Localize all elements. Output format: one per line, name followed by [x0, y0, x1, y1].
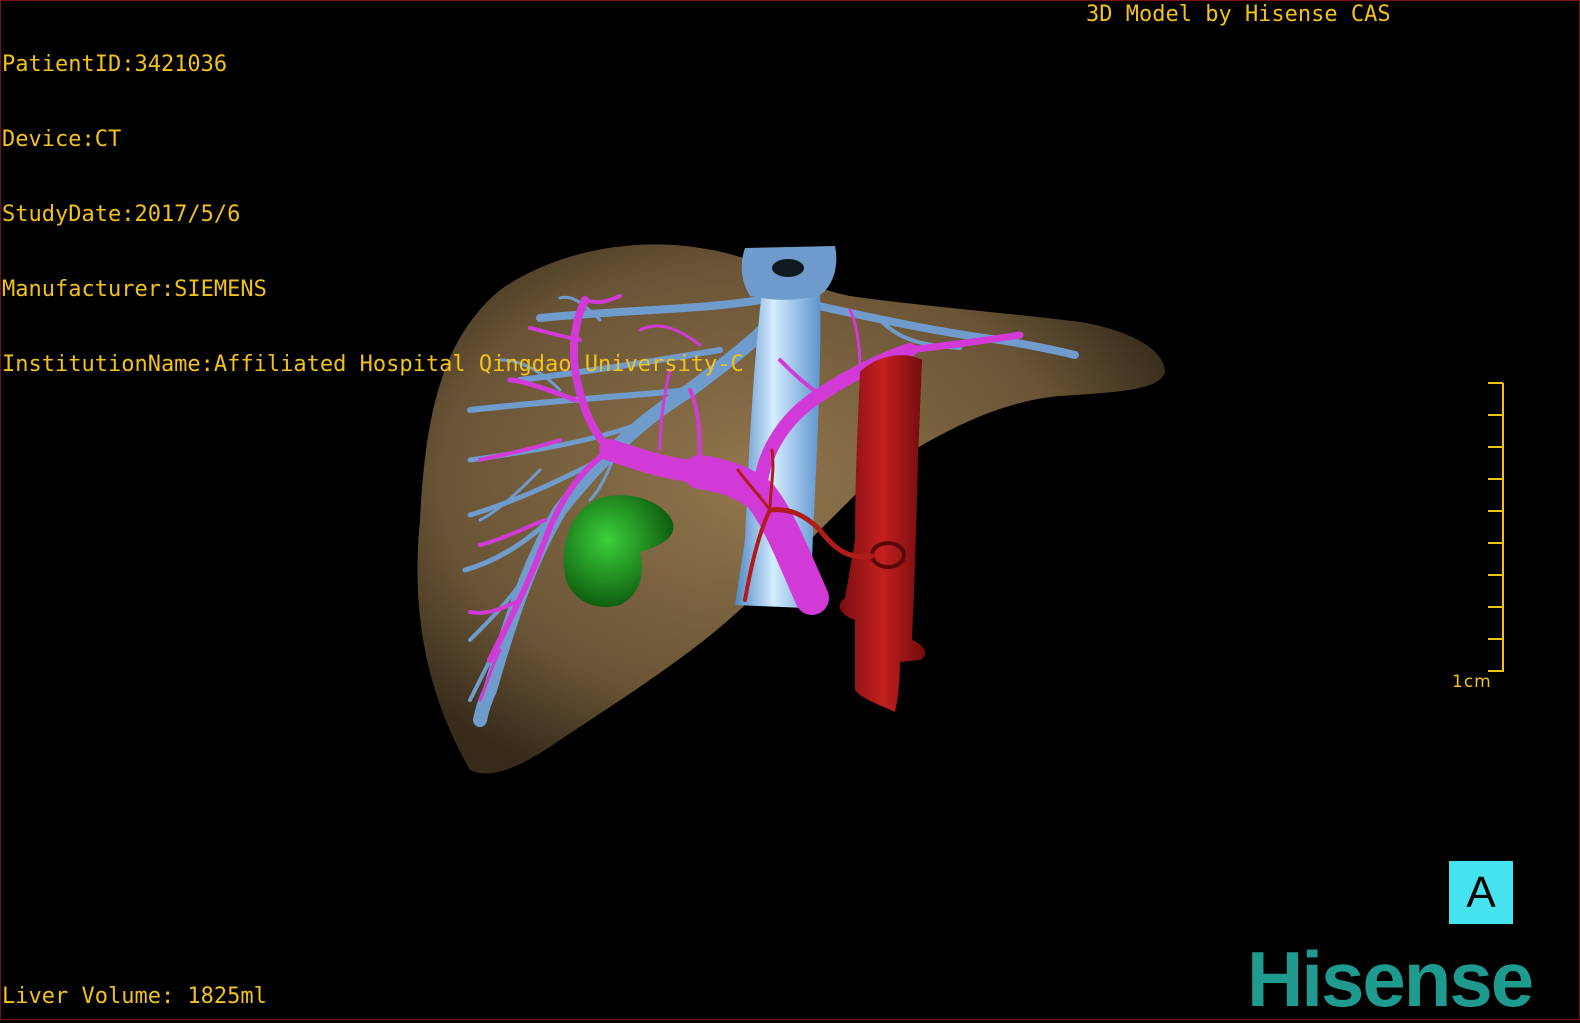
scale-bar-label: 1cm	[1452, 672, 1492, 692]
orientation-marker[interactable]: A	[1449, 861, 1513, 924]
scale-bar	[1488, 382, 1504, 672]
device: Device:CT	[2, 127, 122, 152]
model-credit: 3D Model by Hisense CAS	[1086, 2, 1391, 27]
hisense-logo: Hisense	[1247, 935, 1534, 1023]
patient-id: PatientID:3421036	[2, 52, 228, 77]
manufacturer: Manufacturer:SIEMENS	[2, 277, 267, 302]
liver-volume-label: Liver Volume: 1825ml	[2, 984, 267, 1009]
ivc-opening	[772, 259, 804, 277]
institution-name: InstitutionName:Affiliated Hospital Qing…	[2, 352, 744, 377]
dicom-info-overlay: PatientID:3421036 Device:CT StudyDate:20…	[2, 2, 744, 402]
study-date: StudyDate:2017/5/6	[2, 202, 241, 227]
